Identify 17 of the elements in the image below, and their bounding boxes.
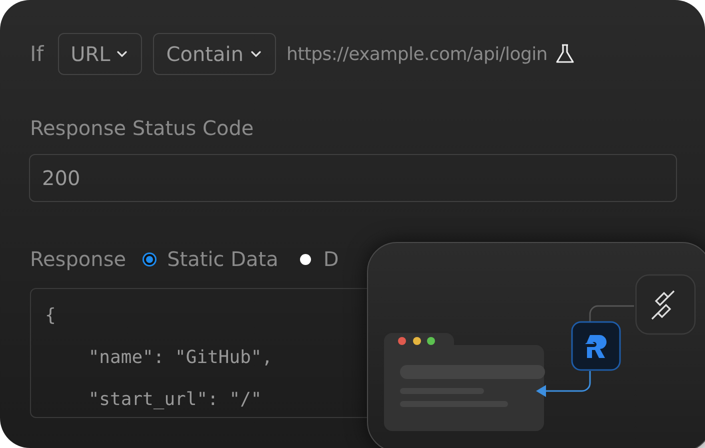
dropdown[interactable]: Contain bbox=[153, 33, 276, 75]
chevron-icon bbox=[250, 51, 260, 57]
condition-label: If bbox=[30, 42, 44, 66]
radio-button[interactable] bbox=[144, 254, 156, 264]
code-line: "start_url": "/" bbox=[87, 389, 262, 410]
input-field[interactable]: 200 bbox=[29, 154, 677, 202]
code-line: "name": "GitHub", bbox=[87, 347, 273, 368]
field-label: Response bbox=[30, 247, 126, 271]
radio-label[interactable]: D bbox=[323, 247, 339, 271]
flask-icon[interactable] bbox=[554, 43, 576, 65]
url-pattern[interactable]: https://example.com/api/login bbox=[286, 44, 548, 64]
field-label: Response Status Code bbox=[30, 116, 255, 140]
code-line: { bbox=[45, 305, 56, 326]
chevron-icon bbox=[117, 51, 128, 57]
dropdown[interactable]: URL bbox=[58, 33, 142, 75]
radio-label[interactable]: Static Data bbox=[167, 247, 278, 271]
radio-button[interactable] bbox=[300, 254, 312, 264]
